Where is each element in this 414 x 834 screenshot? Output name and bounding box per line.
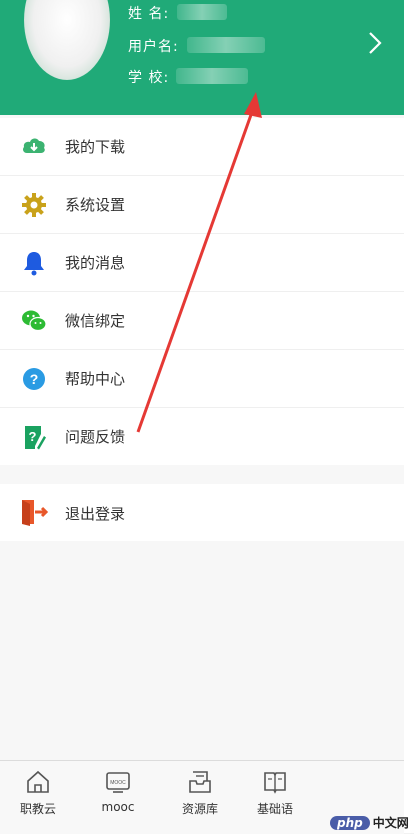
username-row: 用户名: [128, 36, 179, 56]
logout-label: 退出登录 [65, 505, 126, 523]
name-value-blurred [177, 4, 227, 20]
username-value-blurred [187, 37, 265, 53]
tab-basics[interactable]: 基础语 [245, 769, 305, 829]
school-label: 学 校: [128, 70, 170, 86]
menu-item-label: 帮助中心 [65, 370, 126, 388]
exit-icon [22, 500, 49, 526]
school-value-blurred [176, 68, 248, 84]
menu-item-downloads[interactable]: 我的下载 [0, 118, 404, 176]
tab-resources[interactable]: 资源库 [165, 769, 235, 829]
menu-item-label: 系统设置 [65, 196, 126, 214]
watermark-php: php [330, 816, 370, 830]
tab-label: 职教云 [19, 802, 56, 816]
inbox-icon [189, 771, 211, 793]
tab-mooc[interactable]: MOOC mooc [83, 769, 153, 829]
mooc-badge: MOOC [110, 780, 126, 786]
help-icon: ? [23, 368, 45, 390]
book-icon [264, 772, 286, 794]
menu-item-messages[interactable]: 我的消息 [0, 234, 404, 292]
watermark-cn: 中文网 [372, 816, 409, 830]
svg-text:?: ? [30, 371, 39, 387]
menu-list: 我的下载 系统设置 我的消息 微信绑定 ? 帮助中心 ? 问题反馈 [0, 118, 404, 465]
menu-item-label: 我的下载 [65, 138, 126, 156]
name-row: 姓 名: [128, 3, 169, 23]
menu-item-wechat[interactable]: 微信绑定 [0, 292, 404, 350]
svg-text:?: ? [29, 429, 37, 444]
bell-icon [24, 252, 44, 276]
mooc-icon: MOOC [106, 772, 130, 793]
tab-zhijiaoyun[interactable]: 职教云 [3, 769, 73, 829]
menu-item-help[interactable]: ? 帮助中心 [0, 350, 404, 408]
menu-item-label: 问题反馈 [65, 428, 126, 446]
gear-icon [22, 193, 46, 217]
username-label: 用户名: [128, 39, 179, 55]
tab-label: 基础语 [256, 802, 293, 816]
menu-item-settings[interactable]: 系统设置 [0, 176, 404, 234]
page: 姓 名: 用户名: 学 校: 我的下载 系统设置 我的消息 微信绑定 ? 帮助中… [0, 0, 404, 834]
profile-header[interactable]: 姓 名: 用户名: 学 校: [0, 0, 404, 115]
home-icon [27, 770, 49, 793]
school-row: 学 校: [128, 67, 169, 87]
wechat-icon [22, 310, 47, 332]
tab-label: 资源库 [181, 802, 218, 816]
chevron-right-icon[interactable] [365, 30, 385, 56]
menu-item-feedback[interactable]: ? 问题反馈 [0, 408, 404, 465]
avatar[interactable] [24, 0, 110, 80]
right-edge-strip [404, 0, 414, 833]
name-label: 姓 名: [128, 6, 170, 22]
tab-label: mooc [101, 800, 135, 814]
cloud-download-icon [23, 138, 45, 153]
logout-button[interactable]: 退出登录 [0, 484, 404, 541]
menu-item-label: 微信绑定 [65, 312, 126, 330]
php-watermark: php 中文网 [330, 814, 409, 832]
menu-item-label: 我的消息 [65, 254, 126, 272]
feedback-icon: ? [25, 426, 46, 450]
